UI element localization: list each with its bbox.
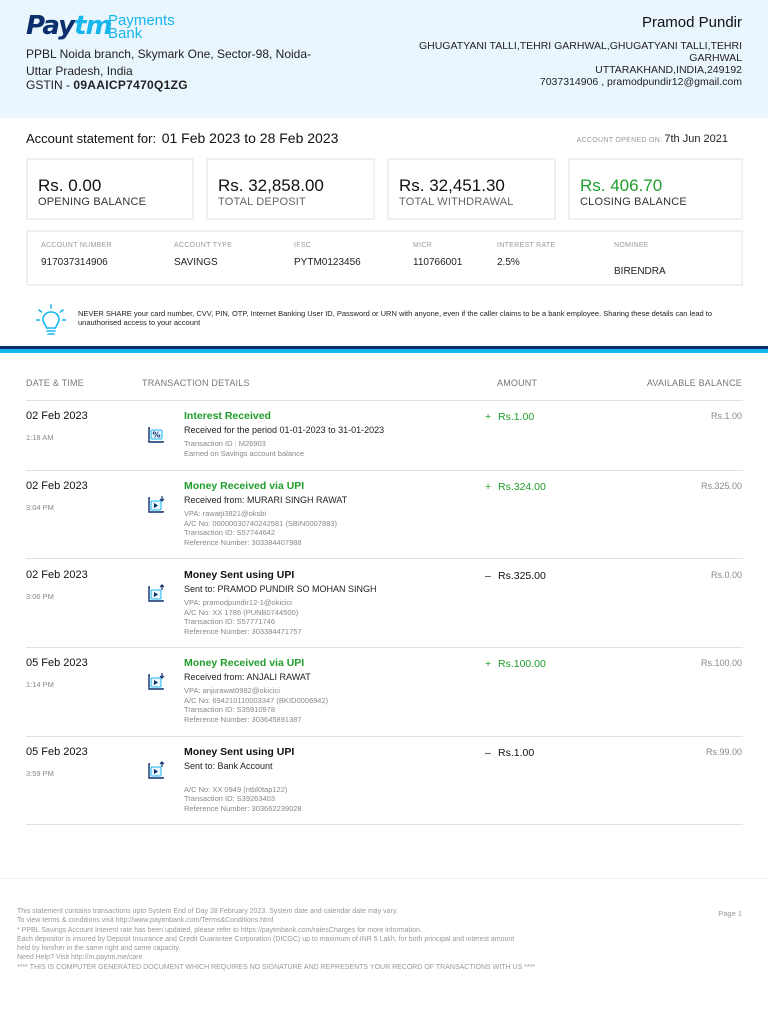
customer-address: GHUGATYANI TALLI,TEHRI GARHWAL,GHUGATYAN… [418, 40, 742, 88]
table-row: 05 Feb 2023 3:59 PM Money Sent using UPI… [0, 746, 768, 824]
branch-address: PPBL Noida branch, Skymark One, Sector-9… [26, 47, 312, 78]
row-divider [26, 647, 743, 648]
txn-balance: Rs.99.00 [705, 747, 742, 757]
row-divider [26, 736, 743, 737]
txn-title: Money Sent using UPI [184, 746, 295, 758]
txn-description: Received from: ANJALI RAWAT [184, 672, 311, 682]
txn-date: 05 Feb 2023 [26, 657, 88, 669]
logo-subtext: Payments Bank [108, 12, 175, 42]
divider-sky [0, 349, 768, 353]
txn-balance: Rs.100.00 [700, 658, 742, 668]
closing-balance-label: CLOSING BALANCE [580, 196, 687, 208]
closing-balance-amount: Rs. 406.70 [580, 176, 663, 195]
upi-receive-icon [148, 673, 165, 690]
statement-period: Account statement for: 01 Feb 2023 to 28… [26, 130, 339, 146]
col-header-date: DATE & TIME [26, 378, 84, 388]
txn-date: 02 Feb 2023 [26, 569, 88, 581]
upi-send-icon [148, 761, 165, 779]
account-type: ACCOUNT TYPE SAVINGS [174, 242, 233, 268]
account-number: ACCOUNT NUMBER 917037314906 [41, 242, 112, 268]
txn-description: Received from: MURARI SINGH RAWAT [184, 495, 348, 505]
footer-disclaimer: This statement contains transactions upt… [17, 908, 536, 971]
opening-balance-label: OPENING BALANCE [38, 196, 147, 208]
row-divider [26, 558, 743, 559]
txn-date: 02 Feb 2023 [26, 410, 88, 422]
total-withdrawal-label: TOTAL WITHDRAWAL [399, 196, 514, 208]
table-row: 02 Feb 2023 3:06 PM Money Sent using UPI… [0, 569, 768, 647]
col-header-amount: AMOUNT [497, 378, 538, 388]
txn-time: 1:14 PM [26, 680, 54, 689]
table-row: 05 Feb 2023 1:14 PM Money Received via U… [0, 657, 768, 735]
txn-title: Money Sent using UPI [184, 569, 295, 581]
customer-name: Pramod Pundir [641, 14, 742, 31]
closing-balance-card: Rs. 406.70 CLOSING BALANCE [568, 158, 743, 220]
txn-amount: + Rs.1.00 [485, 411, 535, 423]
logo-wordmark: Paytm [26, 11, 113, 41]
txn-time: 1:18 AM [26, 433, 54, 442]
txn-balance: Rs.0.00 [710, 570, 742, 580]
table-row: 02 Feb 2023 1:18 AM % Interest Received … [0, 410, 768, 470]
upi-send-icon [148, 584, 165, 602]
total-withdrawal-amount: Rs. 32,451.30 [399, 176, 505, 195]
total-deposit-label: TOTAL DEPOSIT [218, 196, 306, 208]
col-header-details: TRANSACTION DETAILS [142, 378, 250, 388]
txn-title: Interest Received [184, 410, 271, 422]
txn-meta: VPA: anjurawat0982@okicici A/C No: 69421… [184, 686, 329, 724]
txn-amount: – Rs.325.00 [485, 570, 546, 582]
txn-time: 3:59 PM [26, 769, 54, 778]
txn-date: 02 Feb 2023 [26, 480, 88, 492]
txn-balance: Rs.325.00 [700, 481, 742, 491]
ifsc-code: IFSC PYTM0123456 [294, 242, 361, 268]
txn-title: Money Received via UPI [184, 480, 305, 492]
total-withdrawal-card: Rs. 32,451.30 TOTAL WITHDRAWAL [387, 158, 556, 220]
txn-time: 3:04 PM [26, 503, 54, 512]
txn-title: Money Received via UPI [184, 657, 305, 669]
txn-description: Sent to: PRAMOD PUNDIR SO MOHAN SINGH [184, 584, 377, 594]
gstin: GSTIN - 09AAICP7470Q1ZG [26, 78, 188, 92]
txn-balance: Rs.1.00 [710, 411, 742, 421]
total-deposit-card: Rs. 32,858.00 TOTAL DEPOSIT [206, 158, 375, 220]
table-header-divider [26, 400, 743, 401]
txn-time: 3:06 PM [26, 592, 54, 601]
txn-amount: – Rs.1.00 [485, 747, 535, 759]
page-number: Page 1 [718, 909, 742, 918]
micr-code: MICR 110766001 [413, 242, 463, 268]
footer-divider [0, 878, 768, 879]
interest-rate: INTEREST RATE 2.5% [497, 242, 556, 268]
row-divider [26, 824, 743, 825]
txn-description: Received for the period 01-01-2023 to 31… [184, 425, 385, 435]
table-row: 02 Feb 2023 3:04 PM Money Received via U… [0, 480, 768, 558]
paytm-payments-bank-logo: Paytm Payments Bank [26, 11, 186, 42]
txn-meta: Transaction ID : M26903 Earned on Saving… [184, 439, 305, 458]
lightbulb-icon [36, 304, 66, 335]
nominee: NOMINEE BIRENDRA [614, 242, 666, 277]
txn-description: Sent to: Bank Account [184, 761, 273, 771]
opening-balance-card: Rs. 0.00 OPENING BALANCE [26, 158, 194, 220]
opening-balance-amount: Rs. 0.00 [38, 176, 102, 195]
col-header-balance: AVAILABLE BALANCE [646, 378, 742, 388]
statement-header: Paytm Payments Bank PPBL Noida branch, S… [0, 0, 768, 118]
account-opened-date: ACCOUNT OPENED ON: 7th Jun 2021 [576, 133, 728, 145]
account-details-box: ACCOUNT NUMBER 917037314906 ACCOUNT TYPE S… [26, 230, 743, 286]
txn-amount: + Rs.324.00 [485, 481, 546, 493]
upi-receive-icon [148, 496, 165, 513]
txn-meta: VPA: rawatji3821@oksbi A/C No: 000000307… [184, 509, 338, 547]
interest-percent-icon: % [148, 427, 164, 443]
total-deposit-amount: Rs. 32,858.00 [218, 176, 324, 195]
row-divider [26, 470, 743, 471]
security-warning: NEVER SHARE your card number, CVV, PIN, … [78, 309, 713, 327]
svg-text:%: % [152, 431, 160, 440]
txn-date: 05 Feb 2023 [26, 746, 88, 758]
txn-meta: A/C No: XX 0949 (ntbl0tap122) Transactio… [184, 784, 302, 813]
txn-meta: VPA: pramodpundir12-1@okicici A/C No: XX… [184, 598, 302, 636]
txn-amount: + Rs.100.00 [485, 658, 546, 670]
